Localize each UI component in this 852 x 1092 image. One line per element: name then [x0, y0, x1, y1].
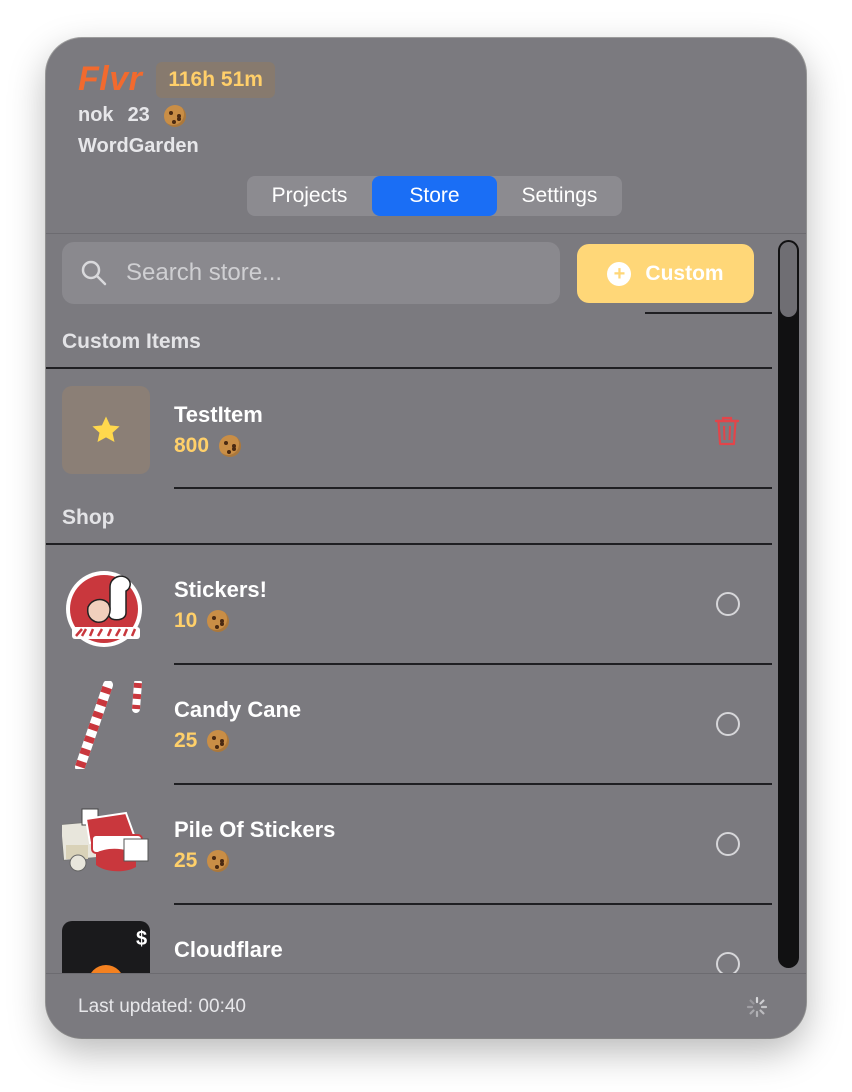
- star-icon: [92, 416, 120, 443]
- tab-store[interactable]: Store: [372, 176, 497, 216]
- tab-settings[interactable]: Settings: [497, 176, 622, 216]
- item-price: 10: [174, 609, 230, 633]
- add-custom-button[interactable]: + Custom: [577, 244, 754, 303]
- tab-projects[interactable]: Projects: [247, 176, 372, 216]
- pile-of-stickers-image: [62, 801, 150, 889]
- trash-icon[interactable]: [712, 414, 742, 448]
- row-divider: [174, 903, 772, 905]
- brand-row: Flvr 116h 51m: [78, 60, 275, 99]
- price-value: 25: [174, 729, 198, 752]
- list-item-candy-cane[interactable]: Candy Cane 25: [62, 681, 762, 771]
- user-info: nok 23: [78, 104, 186, 127]
- item-name: TestItem: [174, 402, 263, 427]
- cookie-icon: [207, 730, 230, 752]
- price-value: 10: [174, 609, 198, 632]
- price-value: 800: [174, 434, 210, 457]
- stickers-image: [62, 561, 150, 649]
- header: Flvr 116h 51m nok 23 WordGarden Projects…: [46, 38, 806, 233]
- item-price: 800: [174, 434, 242, 458]
- select-radio[interactable]: [716, 592, 740, 616]
- list-item-stickers[interactable]: Stickers! 10: [62, 561, 762, 651]
- cookie-icon: [219, 435, 242, 457]
- app-logo: Flvr: [78, 60, 143, 98]
- cookie-icon: [163, 104, 186, 127]
- footer: Last updated: 00:40: [46, 973, 806, 1038]
- cookie-icon: [207, 610, 230, 632]
- svg-text:$: $: [136, 928, 147, 950]
- cookie-icon: [207, 850, 230, 872]
- app-window: Flvr 116h 51m nok 23 WordGarden Projects…: [46, 38, 806, 1038]
- header-divider: [46, 233, 806, 234]
- last-updated: Last updated: 00:40: [78, 996, 246, 1017]
- item-price: 25: [174, 849, 230, 873]
- section-divider: [46, 367, 772, 369]
- divider: [645, 312, 772, 314]
- search-icon: [80, 259, 108, 287]
- add-custom-label: Custom: [645, 261, 724, 285]
- time-badge: 116h 51m: [156, 61, 275, 98]
- search-box[interactable]: [62, 242, 560, 304]
- item-name: Cloudflare: [174, 937, 283, 962]
- project-name: WordGarden: [78, 135, 199, 157]
- list-item-custom[interactable]: TestItem 800: [62, 386, 762, 476]
- row-divider: [174, 487, 772, 489]
- select-radio[interactable]: [716, 832, 740, 856]
- select-radio[interactable]: [716, 712, 740, 736]
- tab-bar: Projects Store Settings: [247, 176, 622, 216]
- scrollbar-thumb[interactable]: [780, 242, 797, 317]
- item-name: Pile Of Stickers: [174, 817, 336, 842]
- cookie-count: 23: [127, 104, 150, 126]
- item-name: Stickers!: [174, 577, 267, 602]
- row-divider: [174, 783, 772, 785]
- item-thumbnail: [62, 386, 150, 474]
- section-title-custom-items: Custom Items: [62, 330, 201, 353]
- username: nok: [78, 104, 114, 126]
- section-divider: [46, 543, 772, 545]
- item-price: 25: [174, 729, 230, 753]
- search-input[interactable]: [124, 258, 548, 288]
- spinner-icon: [746, 996, 768, 1018]
- item-name: Candy Cane: [174, 697, 302, 722]
- scrollbar[interactable]: [778, 240, 799, 968]
- candy-cane-image: [62, 681, 150, 769]
- plus-circle-icon: +: [607, 261, 632, 286]
- price-value: 25: [174, 849, 198, 872]
- row-divider: [174, 663, 772, 665]
- section-title-shop: Shop: [62, 506, 115, 529]
- list-item-pile-of-stickers[interactable]: Pile Of Stickers 25: [62, 801, 762, 891]
